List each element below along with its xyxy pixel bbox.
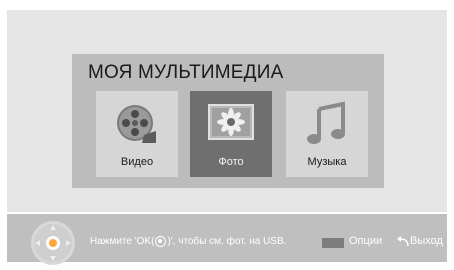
tile-photo-label: Фото	[218, 156, 244, 168]
hint-suffix: )', чтобы см. фот. на USB.	[167, 236, 287, 247]
photo-icon	[208, 104, 254, 140]
back-arrow-icon[interactable]	[396, 236, 410, 248]
music-note-icon	[307, 101, 345, 144]
tile-music[interactable]: Музыка	[286, 91, 368, 177]
ok-hint: Нажмите 'OK( )', чтобы см. фот. на USB.	[90, 236, 286, 247]
film-reel-icon	[117, 105, 156, 143]
tile-video-label: Видео	[120, 156, 154, 168]
options-key-icon[interactable]	[322, 238, 344, 248]
ok-button-icon	[155, 236, 167, 247]
options-label[interactable]: Опции	[349, 235, 382, 247]
exit-label[interactable]: Выход	[410, 235, 443, 247]
tile-photo[interactable]: Фото	[190, 91, 272, 177]
tile-music-label: Музыка	[307, 156, 347, 168]
tile-video[interactable]: Видео	[96, 91, 178, 177]
remote-dpad-icon	[31, 221, 75, 265]
tv-screen: МОЯ МУЛЬТИМЕДИА Видео Фото Музыка Нажмит…	[0, 0, 454, 270]
hint-prefix: Нажмите 'OK(	[90, 236, 155, 247]
panel-title: МОЯ МУЛЬТИМЕДИА	[88, 62, 284, 83]
